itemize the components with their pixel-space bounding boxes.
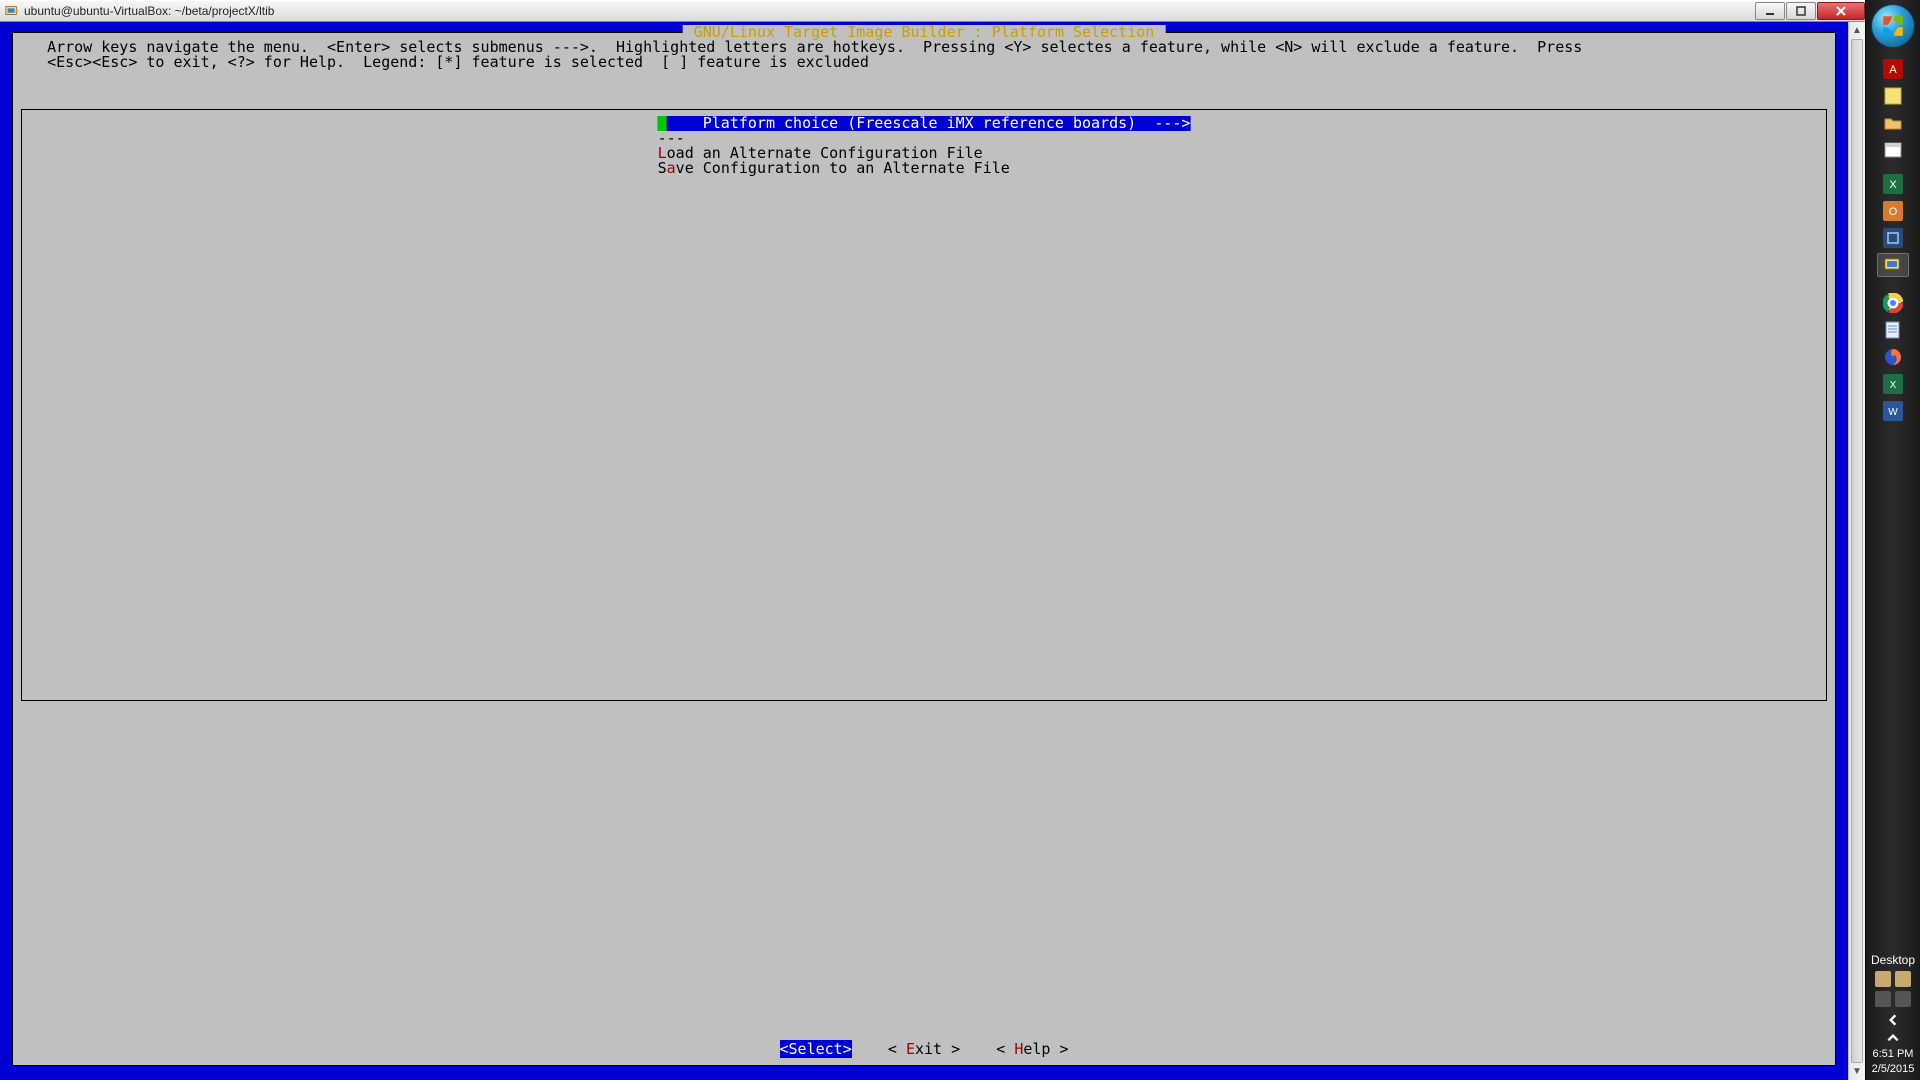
- taskbar-outlook-icon[interactable]: O: [1877, 199, 1909, 223]
- putty-icon: [4, 3, 20, 19]
- taskbar-firefox-icon[interactable]: [1877, 345, 1909, 369]
- maximize-button[interactable]: [1786, 2, 1816, 20]
- taskbar-excel2-icon[interactable]: X: [1877, 372, 1909, 396]
- scroll-down-button[interactable]: ▼: [1849, 1063, 1865, 1080]
- ncurses-inner-box: Platform choice (Freescale iMX reference…: [21, 109, 1827, 701]
- taskbar-calendar-icon[interactable]: [1877, 138, 1909, 162]
- svg-text:O: O: [1889, 206, 1898, 218]
- tray-arrow-left-icon[interactable]: [1886, 1013, 1900, 1027]
- close-button[interactable]: [1817, 2, 1865, 20]
- taskbar-adobe-reader-icon[interactable]: A: [1877, 57, 1909, 81]
- svg-text:X: X: [1890, 380, 1897, 391]
- menu-item-save-config[interactable]: Save Configuration to an Alternate File: [658, 161, 1010, 176]
- clock-time: 6:51 PM: [1872, 1047, 1915, 1061]
- ncurses-buttons: <Select> < Exit > < Help >: [13, 1042, 1835, 1057]
- desktop: ubuntu@ubuntu-VirtualBox: ~/beta/project…: [0, 0, 1920, 1080]
- taskbar-explorer-icon[interactable]: [1877, 111, 1909, 135]
- menu-item-platform-choice[interactable]: Platform choice (Freescale iMX reference…: [658, 116, 1191, 131]
- svg-text:A: A: [1889, 64, 1897, 76]
- exit-button[interactable]: < Exit >: [888, 1040, 960, 1058]
- tray-more-icons[interactable]: [1875, 991, 1911, 1007]
- terminal-body: GNU/Linux Target Image Builder : Platfor…: [0, 22, 1865, 1080]
- windows-taskbar[interactable]: A X O X W Desktop 6:51 PM 2/5/2015: [1865, 0, 1920, 1080]
- taskbar-virtualbox-icon[interactable]: [1877, 226, 1909, 250]
- desktop-peek-label[interactable]: Desktop: [1871, 953, 1915, 967]
- help-button[interactable]: < Help >: [996, 1040, 1068, 1058]
- ncurses-title: GNU/Linux Target Image Builder : Platfor…: [683, 25, 1166, 40]
- titlebar[interactable]: ubuntu@ubuntu-VirtualBox: ~/beta/project…: [0, 0, 1865, 22]
- taskbar-putty-icon[interactable]: [1877, 253, 1909, 277]
- taskbar-clock[interactable]: 6:51 PM 2/5/2015: [1872, 1047, 1915, 1076]
- select-button[interactable]: <Select>: [780, 1040, 852, 1058]
- tray-folder-icons[interactable]: [1875, 971, 1911, 987]
- taskbar-notepad-icon[interactable]: [1877, 318, 1909, 342]
- instructions: Arrow keys navigate the menu. <Enter> se…: [21, 37, 1827, 76]
- minimize-button[interactable]: [1755, 2, 1785, 20]
- ncurses-outer-box: GNU/Linux Target Image Builder : Platfor…: [12, 32, 1836, 1066]
- scroll-up-button[interactable]: ▲: [1849, 22, 1865, 39]
- taskbar-sticky-notes-icon[interactable]: [1877, 84, 1909, 108]
- terminal[interactable]: GNU/Linux Target Image Builder : Platfor…: [0, 22, 1848, 1080]
- svg-text:X: X: [1889, 179, 1897, 191]
- svg-text:W: W: [1888, 407, 1898, 418]
- tray-arrow-up-icon[interactable]: [1886, 1031, 1900, 1045]
- vertical-scrollbar[interactable]: ▲ ▼: [1848, 22, 1865, 1080]
- putty-window: ubuntu@ubuntu-VirtualBox: ~/beta/project…: [0, 0, 1865, 1080]
- taskbar-excel-icon[interactable]: X: [1877, 172, 1909, 196]
- menu-list: Platform choice (Freescale iMX reference…: [658, 116, 1191, 176]
- taskbar-word-icon[interactable]: W: [1877, 399, 1909, 423]
- system-tray[interactable]: Desktop 6:51 PM 2/5/2015: [1866, 953, 1920, 1080]
- taskbar-chrome-icon[interactable]: [1877, 291, 1909, 315]
- start-button[interactable]: [1871, 4, 1915, 48]
- clock-date: 2/5/2015: [1872, 1062, 1915, 1076]
- window-title: ubuntu@ubuntu-VirtualBox: ~/beta/project…: [24, 4, 274, 18]
- scroll-thumb[interactable]: [1851, 39, 1863, 1063]
